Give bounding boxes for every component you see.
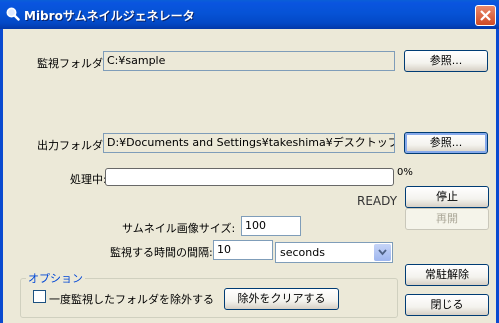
watch-folder-field[interactable]: C:¥sample	[103, 51, 395, 71]
output-browse-button[interactable]: 参照...	[404, 132, 488, 154]
window-title: Mibroサムネイルジェネレータ	[24, 9, 195, 23]
dropdown-arrow-icon[interactable]	[374, 244, 391, 261]
close-icon	[480, 10, 491, 21]
window-frame-left	[0, 29, 3, 323]
thumbnail-size-label: サムネイル画像サイズ:	[122, 222, 236, 235]
output-folder-label: 出力フォルダ:	[37, 139, 107, 152]
status-text: READY	[357, 194, 398, 208]
watch-browse-button[interactable]: 参照...	[404, 50, 488, 72]
options-group-title: オプション	[26, 270, 85, 286]
clear-exclusion-button[interactable]: 除外をクリアする	[224, 288, 339, 310]
progress-percent: 0%	[397, 167, 413, 178]
interval-input[interactable]: 10	[213, 240, 273, 260]
progress-bar	[105, 168, 394, 186]
interval-label: 監視する時間の間隔:	[110, 246, 213, 259]
close-button[interactable]: 閉じる	[405, 294, 489, 316]
exclude-folder-checkbox[interactable]	[33, 290, 46, 303]
interval-unit-select[interactable]: seconds	[275, 242, 393, 263]
stop-button[interactable]: 停止	[405, 186, 489, 208]
magnifier-app-icon	[6, 7, 20, 21]
thumbnail-size-input[interactable]: 100	[241, 216, 301, 236]
watch-folder-label: 監視フォルダ:	[37, 57, 107, 70]
resume-button[interactable]: 再開	[405, 208, 489, 230]
exclude-folder-label[interactable]: 一度監視したフォルダを除外する	[49, 291, 214, 307]
unresident-button[interactable]: 常駐解除	[405, 264, 489, 286]
close-window-button[interactable]	[475, 5, 496, 26]
title-bar[interactable]: Mibroサムネイルジェネレータ	[0, 0, 499, 29]
output-folder-field[interactable]: D:¥Documents and Settings¥takeshima¥デスクト…	[103, 133, 395, 153]
processing-label: 処理中:	[70, 173, 107, 186]
interval-unit-value: seconds	[280, 246, 325, 259]
